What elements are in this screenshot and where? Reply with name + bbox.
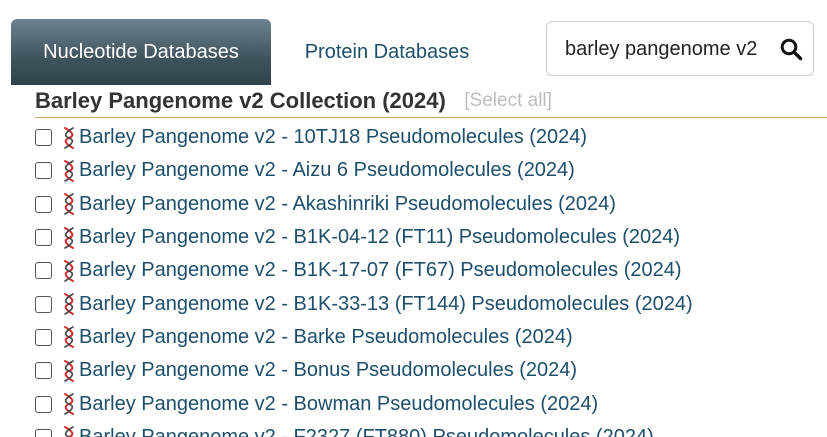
database-list-item: Barley Pangenome v2 - F2327 (FT880) Pseu…: [35, 421, 693, 437]
dna-icon: [64, 193, 74, 216]
database-list-item: Barley Pangenome v2 - Bowman Pseudomolec…: [35, 387, 693, 420]
database-label[interactable]: Barley Pangenome v2 - Aizu 6 Pseudomolec…: [79, 159, 575, 182]
tab-nucleotide-databases[interactable]: Nucleotide Databases: [11, 19, 271, 85]
database-list-item: Barley Pangenome v2 - B1K-04-12 (FT11) P…: [35, 221, 693, 254]
database-label[interactable]: Barley Pangenome v2 - 10TJ18 Pseudomolec…: [79, 126, 587, 149]
search-icon[interactable]: [779, 37, 803, 61]
database-list-item: Barley Pangenome v2 - Aizu 6 Pseudomolec…: [35, 154, 693, 187]
search-input[interactable]: [565, 30, 777, 68]
database-label[interactable]: Barley Pangenome v2 - Akashinriki Pseudo…: [79, 193, 616, 216]
database-checkbox[interactable]: [35, 162, 52, 180]
search-box: [546, 21, 814, 76]
database-label[interactable]: Barley Pangenome v2 - Bowman Pseudomolec…: [79, 393, 598, 416]
blast-database-selector: Nucleotide Databases Protein Databases B…: [0, 0, 827, 437]
database-label[interactable]: Barley Pangenome v2 - F2327 (FT880) Pseu…: [79, 426, 654, 437]
dna-icon: [64, 393, 74, 416]
database-label[interactable]: Barley Pangenome v2 - B1K-33-13 (FT144) …: [79, 293, 693, 316]
database-list: Barley Pangenome v2 - 10TJ18 Pseudomolec…: [35, 121, 693, 437]
dna-icon: [64, 159, 74, 182]
dna-icon: [64, 293, 74, 316]
database-label[interactable]: Barley Pangenome v2 - Bonus Pseudomolecu…: [79, 359, 577, 382]
dna-icon: [64, 126, 74, 149]
database-checkbox[interactable]: [35, 362, 52, 380]
tab-protein-databases[interactable]: Protein Databases: [271, 19, 503, 85]
dna-icon: [64, 359, 74, 382]
database-list-item: Barley Pangenome v2 - Bonus Pseudomolecu…: [35, 354, 693, 387]
database-list-item: Barley Pangenome v2 - B1K-17-07 (FT67) P…: [35, 254, 693, 287]
select-all-link[interactable]: [Select all]: [464, 86, 552, 116]
collection-header: Barley Pangenome v2 Collection (2024) [S…: [35, 86, 827, 118]
database-label[interactable]: Barley Pangenome v2 - Barke Pseudomolecu…: [79, 326, 573, 349]
database-checkbox[interactable]: [35, 328, 52, 346]
database-tabs: Nucleotide Databases Protein Databases: [11, 19, 503, 85]
database-checkbox[interactable]: [35, 129, 52, 147]
database-checkbox[interactable]: [35, 428, 52, 437]
dna-icon: [64, 226, 74, 249]
database-list-item: Barley Pangenome v2 - B1K-33-13 (FT144) …: [35, 287, 693, 320]
database-checkbox[interactable]: [35, 229, 52, 247]
database-list-item: Barley Pangenome v2 - 10TJ18 Pseudomolec…: [35, 121, 693, 154]
database-label[interactable]: Barley Pangenome v2 - B1K-17-07 (FT67) P…: [79, 259, 682, 282]
dna-icon: [64, 326, 74, 349]
database-list-item: Barley Pangenome v2 - Akashinriki Pseudo…: [35, 188, 693, 221]
dna-icon: [64, 426, 74, 437]
collection-title: Barley Pangenome v2 Collection (2024): [35, 88, 446, 113]
database-checkbox[interactable]: [35, 195, 52, 213]
dna-icon: [64, 259, 74, 282]
database-checkbox[interactable]: [35, 262, 52, 280]
database-checkbox[interactable]: [35, 295, 52, 313]
database-label[interactable]: Barley Pangenome v2 - B1K-04-12 (FT11) P…: [79, 226, 680, 249]
database-list-item: Barley Pangenome v2 - Barke Pseudomolecu…: [35, 321, 693, 354]
database-checkbox[interactable]: [35, 395, 52, 413]
